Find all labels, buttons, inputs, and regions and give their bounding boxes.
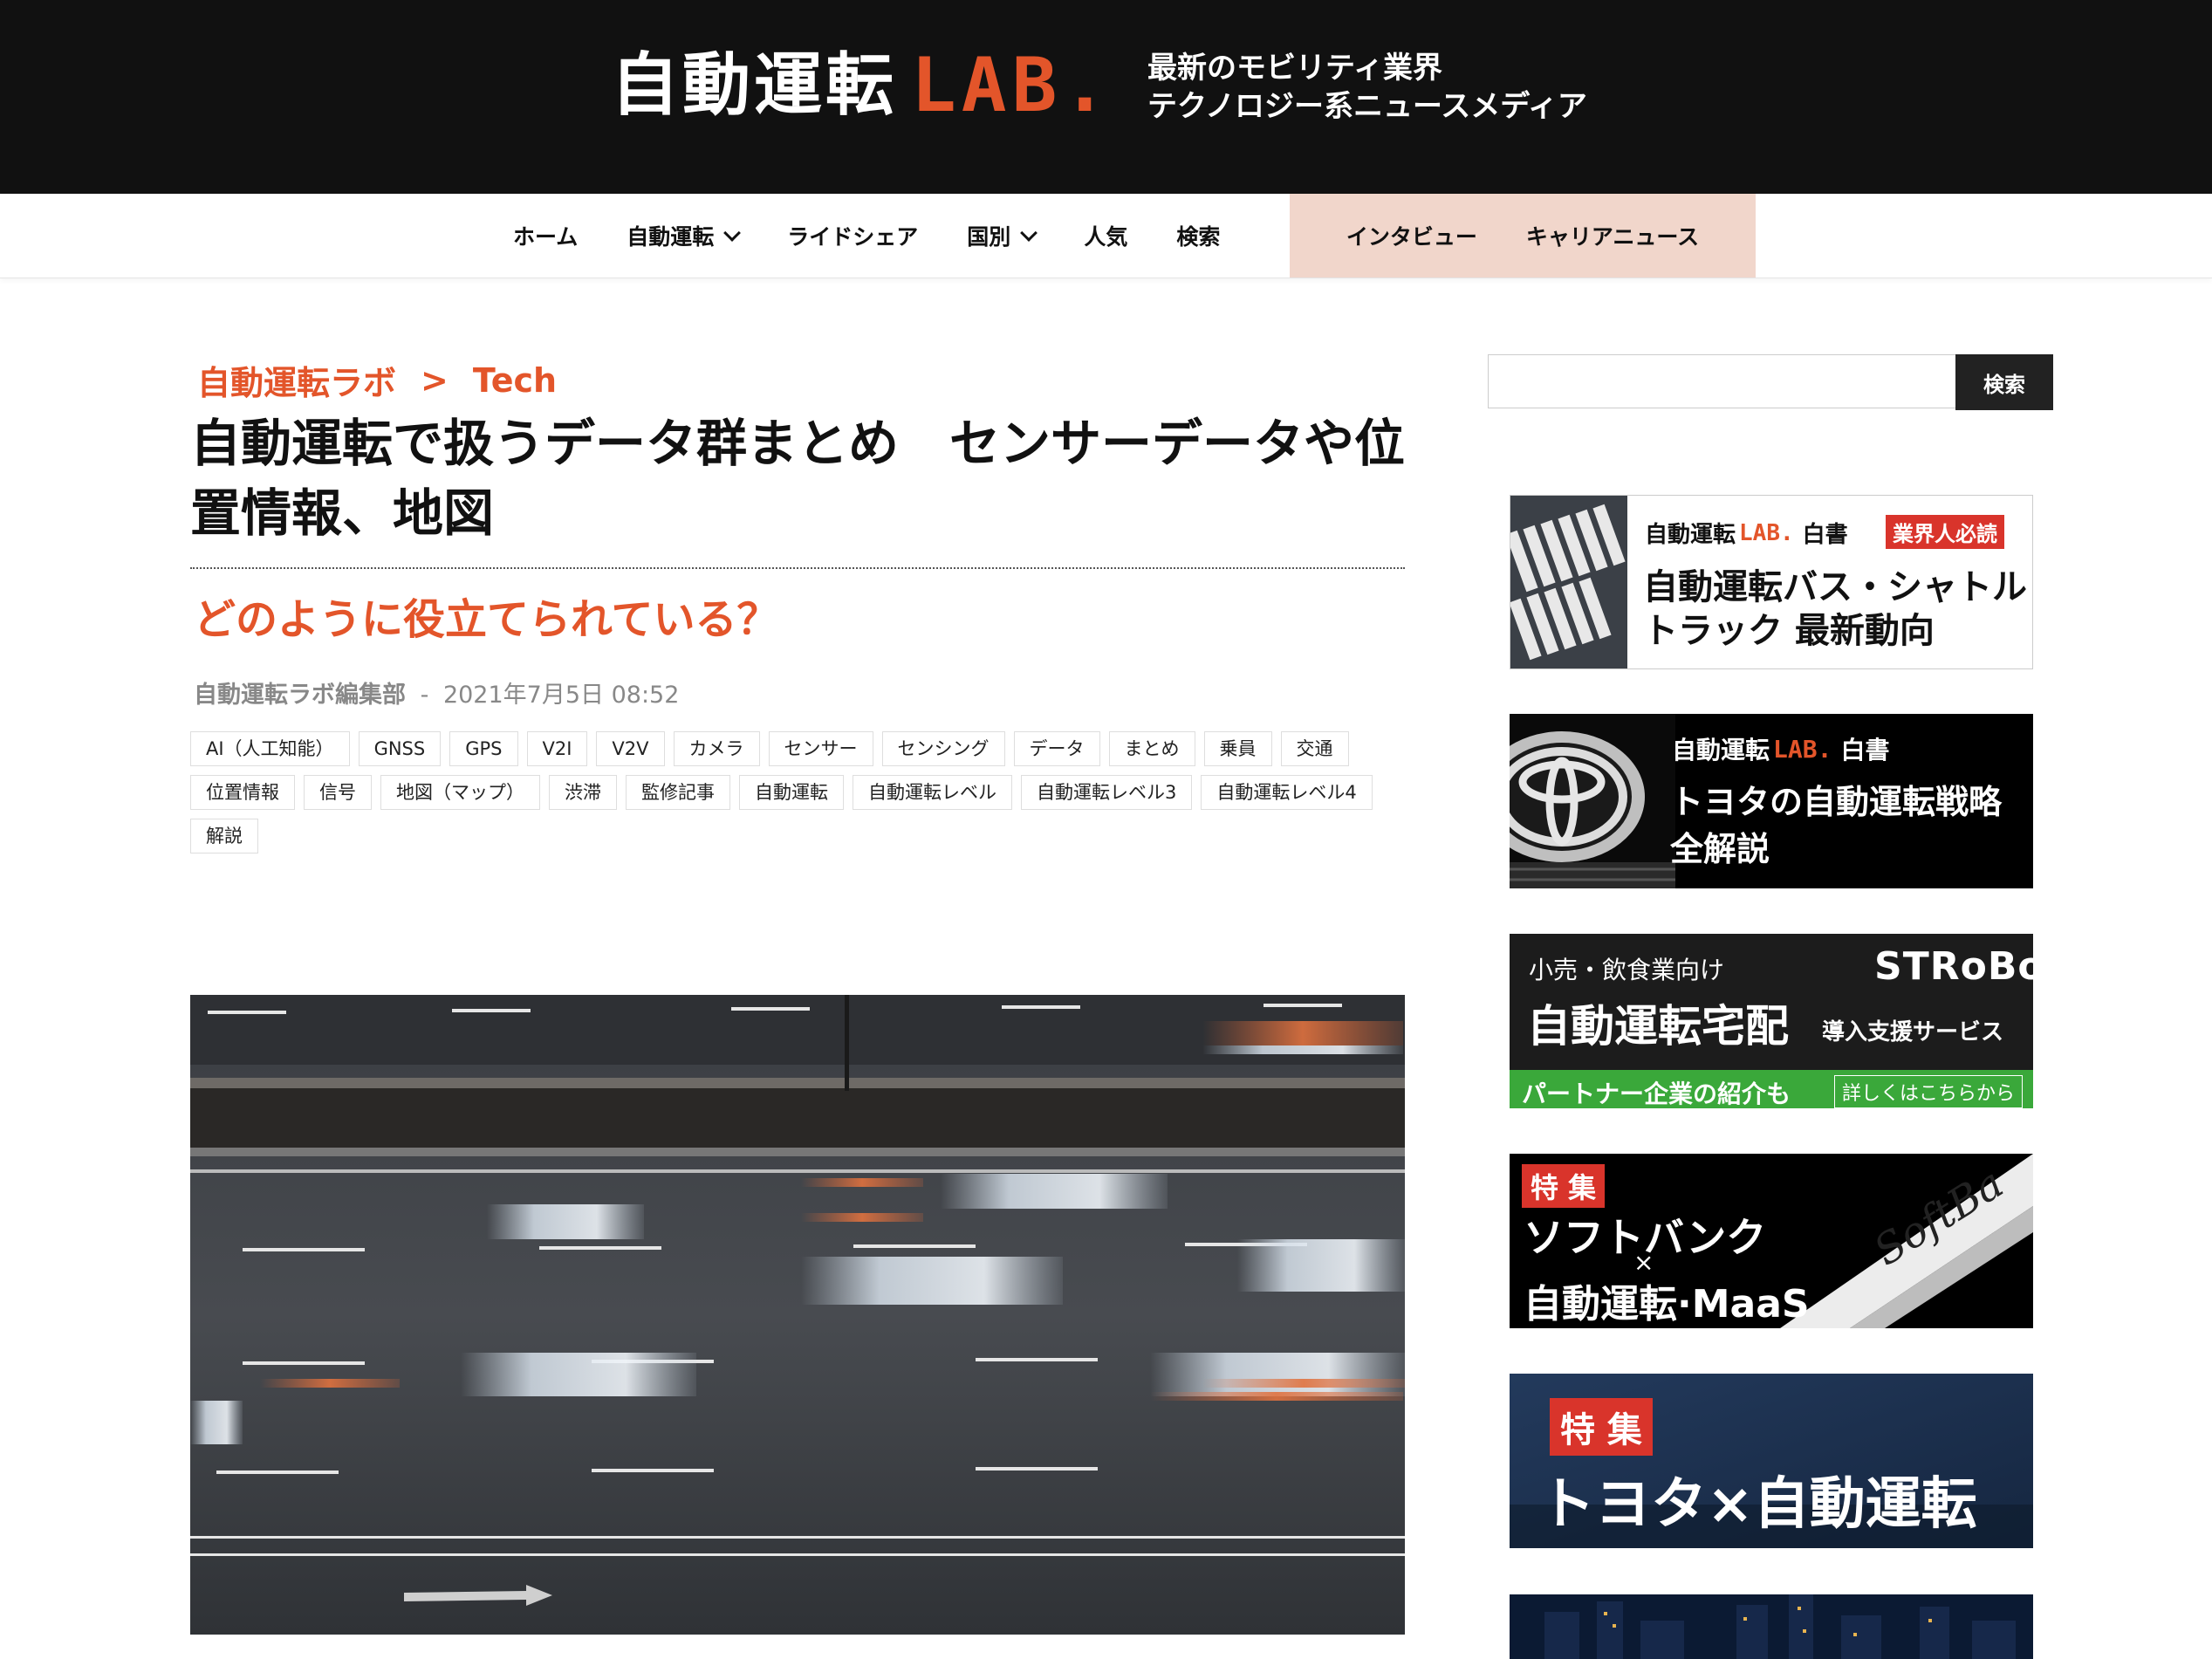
- ad-banner-softbank[interactable]: SoftBa 特 集 ソフトバンク × 自動運転·MaaS: [1510, 1154, 2033, 1328]
- ad-bottom-left: パートナー企業の紹介も: [1522, 1080, 1791, 1108]
- ad-brand: 自動運転 LAB. 白書: [1645, 519, 1848, 549]
- ad-line-2: 自動運転·MaaS: [1524, 1282, 1810, 1327]
- tag-chip[interactable]: AI（人工知能）: [190, 731, 350, 766]
- ad-badge: 業界人必読: [1886, 515, 2004, 549]
- article-date: 2021年7月5日 08:52: [442, 682, 680, 709]
- tag-chip[interactable]: 信号: [304, 775, 372, 810]
- tagline-line-1: 最新のモビリティ業界: [1147, 51, 1442, 86]
- site-header: 自動運転 LAB. 最新のモビリティ業界 テクノロジー系ニュースメディア: [0, 0, 2212, 194]
- ad-banner-strobo-delivery[interactable]: 小売・飲食業向け STRoBo 自動運転宅配 導入支援サービス パートナー企業の…: [1510, 934, 2033, 1108]
- strobo-logo: STRoBo: [1874, 944, 2033, 989]
- tag-chip[interactable]: センシング: [881, 731, 1005, 766]
- hero-road-photo: [190, 995, 1405, 1635]
- tag-chip[interactable]: センサー: [768, 731, 873, 766]
- tag-chip[interactable]: データ: [1013, 731, 1100, 766]
- search-input[interactable]: [1488, 354, 1955, 408]
- ad-brand: 自動運転 LAB. 白書: [1672, 734, 1890, 765]
- nav-item-search[interactable]: 検索: [1176, 220, 1220, 251]
- article-title: 自動運転で扱うデータ群まとめ センサーデータや位置情報、地図: [190, 414, 1406, 543]
- tag-chip[interactable]: 自動運転レベル3: [1021, 775, 1193, 810]
- breadcrumb: 自動運転ラボ > Tech: [197, 356, 557, 404]
- tag-chip[interactable]: 交通: [1280, 731, 1349, 766]
- ad-sub: 導入支援サービス: [1822, 1019, 2004, 1045]
- tag-chip[interactable]: 解説: [190, 819, 258, 853]
- tag-chip[interactable]: GNSS: [358, 731, 442, 766]
- ad-badge: 特 集: [1550, 1398, 1653, 1456]
- chevron-down-icon: [1020, 223, 1038, 242]
- logo-text: 自動運転: [611, 46, 898, 125]
- nav-item-career-news[interactable]: キャリアニュース: [1526, 220, 1699, 251]
- tag-chip[interactable]: 位置情報: [190, 775, 295, 810]
- ad-main: 自動運転宅配: [1527, 1001, 1789, 1052]
- nav-item-interview[interactable]: インタビュー: [1346, 220, 1477, 251]
- nav-menu: ホーム 自動運転 ライドシェア 国別 人気 検索: [513, 194, 1269, 278]
- breadcrumb-separator: >: [421, 360, 449, 400]
- page: 自動運転 LAB. 最新のモビリティ業界 テクノロジー系ニュースメディア ホーム…: [0, 0, 2212, 1659]
- logo-lab: LAB.: [911, 42, 1113, 129]
- article-author[interactable]: 自動運転ラボ編集部: [194, 682, 406, 709]
- tag-chip[interactable]: カメラ: [673, 731, 760, 766]
- ad-line-2: トラック 最新動向: [1643, 611, 1935, 651]
- ad-line-1: トヨタの自動運転戦略: [1670, 783, 2003, 821]
- main-navigation: ホーム 自動運転 ライドシェア 国別 人気 検索 インタビュー キャリアニュース: [0, 194, 2212, 278]
- site-tagline: 最新のモビリティ業界 テクノロジー系ニュースメディア: [1147, 49, 1587, 126]
- ad-bottom-right: 詳しくはこちらから: [1834, 1075, 2024, 1108]
- breadcrumb-current[interactable]: Tech: [473, 361, 557, 400]
- nav-item-autonomous[interactable]: 自動運転: [627, 220, 742, 251]
- tag-chip[interactable]: 監修記事: [626, 775, 730, 810]
- meta-separator: -: [420, 682, 429, 709]
- ad-banner-toyota-feature[interactable]: 特 集 トヨタ×自動運転: [1510, 1374, 2033, 1548]
- nav-item-home[interactable]: ホーム: [513, 220, 578, 251]
- ad-main: トヨタ×自動運転: [1539, 1472, 1977, 1537]
- tag-chip[interactable]: まとめ: [1108, 731, 1195, 766]
- ad-banner-toyota-strategy[interactable]: 自動運転 LAB. 白書 トヨタの自動運転戦略 全解説: [1510, 714, 2033, 888]
- tag-chip[interactable]: 乗員: [1203, 731, 1272, 766]
- hero-image: [190, 995, 1405, 1635]
- tag-chip[interactable]: V2I: [526, 731, 588, 766]
- nav-item-popular[interactable]: 人気: [1084, 220, 1127, 251]
- search-button[interactable]: 検索: [1955, 354, 2053, 410]
- tag-list: AI（人工知能） GNSS GPS V2I V2V カメラ センサー センシング データ まとめ乗…: [190, 731, 1407, 862]
- tag-chip[interactable]: V2V: [596, 731, 665, 766]
- article-meta: 自動運転ラボ編集部 - 2021年7月5日 08:52: [194, 675, 679, 710]
- nav-item-rideshare[interactable]: ライドシェア: [787, 220, 918, 251]
- ad-kicker: 小売・飲食業向け: [1529, 956, 1725, 984]
- ad-line-2: 全解説: [1670, 830, 1770, 868]
- tag-chip[interactable]: 地図（マップ）: [380, 775, 540, 810]
- tag-chip[interactable]: GPS: [449, 731, 518, 766]
- site-logo[interactable]: 自動運転 LAB.: [611, 33, 1113, 138]
- nav-highlight-group: インタビュー キャリアニュース: [1290, 194, 1756, 278]
- ad-badge: 特 集: [1522, 1164, 1606, 1208]
- tag-chip[interactable]: 渋滞: [549, 775, 617, 810]
- tagline-line-2: テクノロジー系ニュースメディア: [1147, 89, 1587, 124]
- toyota-emblem-icon: [1510, 714, 1675, 888]
- sidebar-search: 検索: [1488, 354, 2053, 410]
- nav-item-country[interactable]: 国別: [967, 220, 1038, 251]
- tag-chip[interactable]: 自動運転レベル: [853, 775, 1012, 810]
- ad-banner-city[interactable]: [1510, 1594, 2033, 1659]
- tag-chip[interactable]: 自動運転: [739, 775, 844, 810]
- chevron-down-icon: [723, 223, 742, 242]
- ad-truck-photo: [1510, 496, 1627, 668]
- tag-chip[interactable]: 自動運転レベル4: [1201, 775, 1373, 810]
- article-subtitle: どのように役立てられている？: [194, 595, 779, 644]
- ad-city-graphic: [1510, 1594, 2033, 1659]
- breadcrumb-home[interactable]: 自動運転ラボ: [197, 356, 396, 404]
- title-divider: [190, 567, 1405, 569]
- ad-banner-bus-shuttle[interactable]: 自動運転 LAB. 白書 業界人必読 自動運転バス・シャトル トラック 最新動向: [1510, 495, 2033, 669]
